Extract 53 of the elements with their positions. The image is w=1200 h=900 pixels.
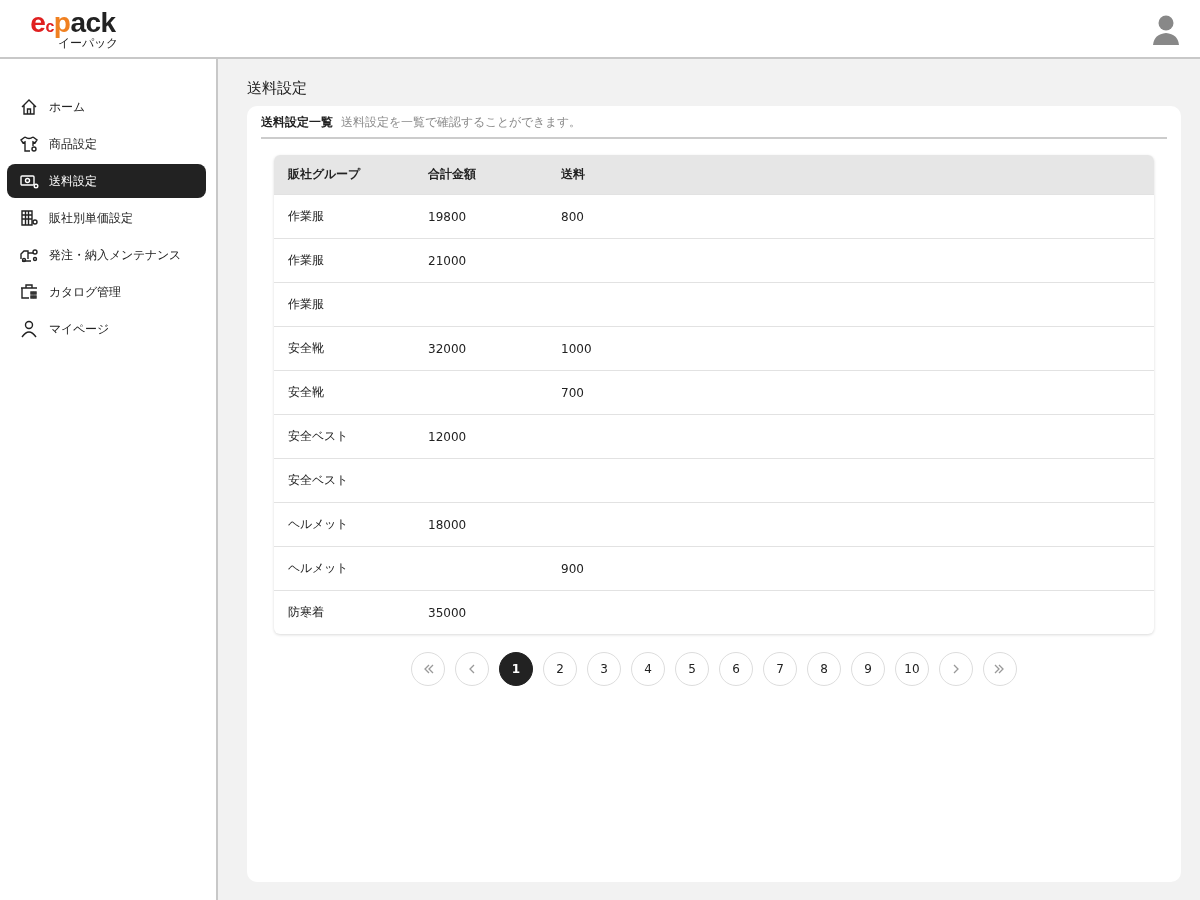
page-button[interactable]: 4: [631, 652, 665, 686]
table-cell-text: ヘルメット: [288, 560, 349, 577]
column-header: 送料: [561, 166, 586, 183]
page-button[interactable]: 10: [895, 652, 929, 686]
page-button[interactable]: 9: [851, 652, 885, 686]
table-cell-text: 19800: [428, 209, 468, 224]
user-icon: [19, 319, 39, 339]
sidebar-item[interactable]: ホーム: [7, 90, 206, 124]
table-cell-text: 700: [561, 385, 585, 400]
table-cell-text: 安全靴: [288, 384, 325, 401]
page-title: 送料設定: [247, 79, 308, 98]
table-cell-text: 12000: [428, 429, 468, 444]
table-cell-text: 32000: [428, 341, 468, 356]
sidebar-item[interactable]: 販社別単価設定: [7, 201, 206, 235]
page-button[interactable]: 8: [807, 652, 841, 686]
table-cell-text: ヘルメット: [288, 516, 349, 533]
table-cell-text: 35000: [428, 605, 468, 620]
column-header: 販社グループ: [288, 166, 362, 183]
sidebar-item[interactable]: マイページ: [7, 312, 206, 346]
page-button[interactable]: 5: [675, 652, 709, 686]
basket-icon: [19, 282, 39, 302]
sidebar-item[interactable]: カタログ管理: [7, 275, 206, 309]
last-page-button[interactable]: [983, 652, 1017, 686]
page-button[interactable]: 2: [543, 652, 577, 686]
prev-page-button[interactable]: [455, 652, 489, 686]
page-button[interactable]: 7: [763, 652, 797, 686]
table-cell-text: 防寒着: [288, 604, 325, 621]
table-cell-text: 18000: [428, 517, 468, 532]
table-cell-text: 安全ベスト: [288, 428, 349, 445]
table-cell-text: 作業服: [288, 296, 325, 313]
page-button[interactable]: 3: [587, 652, 621, 686]
table-cell-text: 900: [561, 561, 585, 576]
card-description: 送料設定を一覧で確認することができます。: [341, 114, 581, 131]
sidebar-item[interactable]: 商品設定: [7, 127, 206, 161]
table-cell-text: 安全ベスト: [288, 472, 349, 489]
table-cell-text: 800: [561, 209, 585, 224]
home-icon: [19, 97, 39, 117]
table-cell-text: 作業服: [288, 252, 325, 269]
sidebar-item[interactable]: 発注・納入メンテナンス: [7, 238, 206, 272]
next-page-button[interactable]: [939, 652, 973, 686]
shirt-icon: [19, 134, 39, 154]
table-cell-text: 安全靴: [288, 340, 325, 357]
sidebar-item[interactable]: 送料設定: [7, 164, 206, 198]
page-button[interactable]: 6: [719, 652, 753, 686]
table-cell-text: 21000: [428, 253, 468, 268]
card-title: 送料設定一覧: [261, 114, 333, 131]
column-header: 合計金額: [428, 166, 477, 183]
page-button[interactable]: 1: [499, 652, 533, 686]
logo: ecpack イーパック: [29, 8, 118, 49]
building-icon: [19, 208, 39, 228]
table-cell-text: 1000: [561, 341, 593, 356]
table-cell-text: 作業服: [288, 208, 325, 225]
first-page-button[interactable]: [411, 652, 445, 686]
